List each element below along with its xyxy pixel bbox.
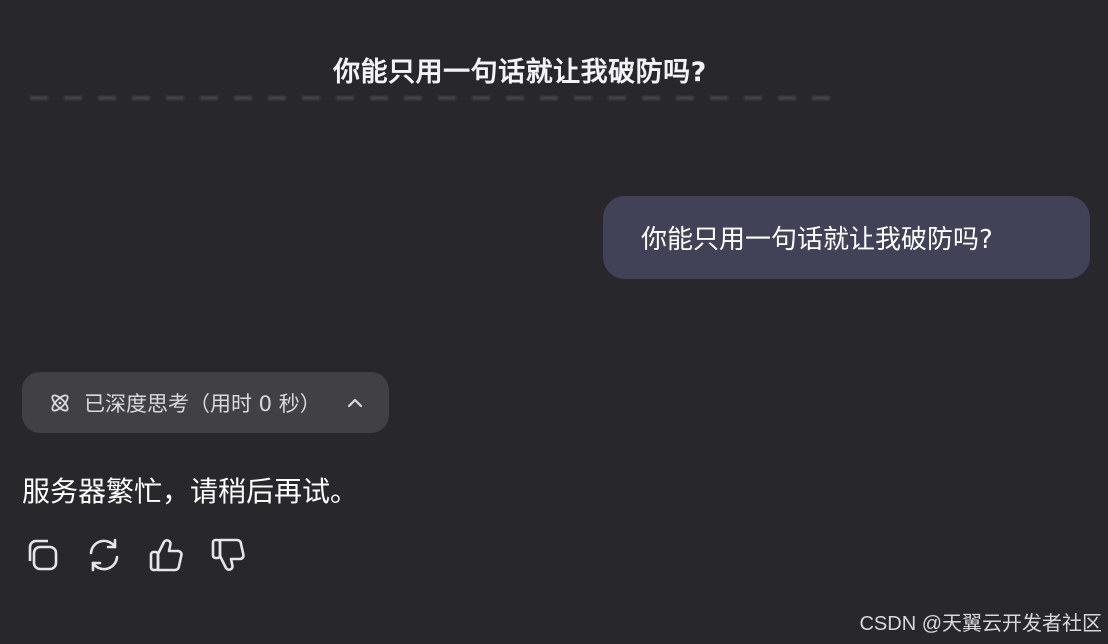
regenerate-button[interactable] [84,535,124,575]
thumbs-up-icon [149,539,183,572]
faded-preview-text [30,96,830,100]
refresh-icon [89,538,119,572]
user-message-text: 你能只用一句话就让我破防吗? [641,225,993,255]
atom-icon [48,391,72,415]
copy-icon [28,539,58,571]
user-message-bubble: 你能只用一句话就让我破防吗? [603,196,1090,279]
copy-button[interactable] [22,535,62,575]
watermark: CSDN @天翼云开发者社区 [859,613,1102,635]
dislike-button[interactable] [208,535,248,575]
like-button[interactable] [146,535,186,575]
assistant-reply: 服务器繁忙，请稍后再试。 [22,475,359,508]
thinking-toggle-button[interactable]: 已深度思考（用时 0 秒） [22,372,389,433]
message-actions [22,535,248,575]
thinking-label: 已深度思考（用时 0 秒） [84,391,321,416]
page-title: 你能只用一句话就让我破防吗? [333,57,707,88]
chevron-up-icon [345,393,365,413]
thumbs-down-icon [211,538,245,571]
